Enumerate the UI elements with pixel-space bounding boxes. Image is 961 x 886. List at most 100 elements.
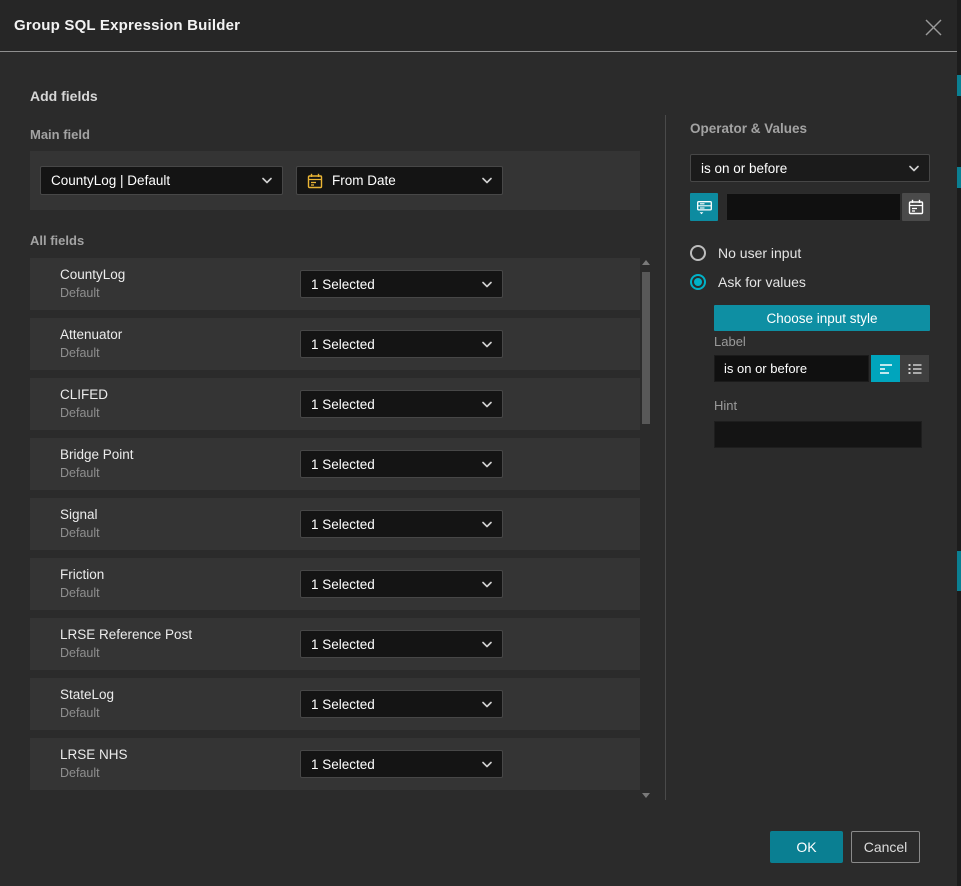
field-row: Bridge Point Default 1 Selected bbox=[30, 438, 640, 490]
chevron-down-icon bbox=[482, 461, 492, 468]
field-row: CountyLog Default 1 Selected bbox=[30, 258, 640, 310]
all-fields-label: All fields bbox=[30, 233, 84, 248]
single-line-style-icon bbox=[878, 362, 894, 376]
label-input[interactable] bbox=[714, 355, 869, 382]
edge-accent-segment bbox=[957, 551, 961, 591]
field-selection-value: 1 Selected bbox=[311, 757, 482, 772]
all-fields-list: CountyLog Default 1 Selected Attenuator … bbox=[30, 258, 640, 798]
radio-circle-checked-icon bbox=[690, 274, 706, 290]
field-sublabel: Default bbox=[60, 286, 100, 300]
field-sublabel: Default bbox=[60, 766, 100, 780]
radio-circle-icon bbox=[690, 245, 706, 261]
field-sublabel: Default bbox=[60, 586, 100, 600]
choose-input-style-button[interactable]: Choose input style bbox=[714, 305, 930, 331]
chevron-down-icon bbox=[482, 177, 492, 184]
fields-list-scrollbar[interactable] bbox=[641, 258, 651, 800]
field-sublabel: Default bbox=[60, 646, 100, 660]
field-sublabel: Default bbox=[60, 346, 100, 360]
main-field-label: Main field bbox=[30, 127, 90, 142]
scroll-up-arrow-icon[interactable] bbox=[642, 260, 650, 265]
dialog-title: Group SQL Expression Builder bbox=[14, 17, 240, 34]
field-sublabel: Default bbox=[60, 406, 100, 420]
field-selection-dropdown[interactable]: 1 Selected bbox=[300, 330, 503, 358]
close-button[interactable] bbox=[923, 17, 943, 37]
layer-select-value: CountyLog | Default bbox=[51, 173, 262, 188]
field-name: LRSE Reference Post bbox=[60, 627, 192, 642]
field-selection-dropdown[interactable]: 1 Selected bbox=[300, 450, 503, 478]
add-fields-heading: Add fields bbox=[30, 88, 98, 104]
field-name: LRSE NHS bbox=[60, 747, 128, 762]
field-selection-value: 1 Selected bbox=[311, 517, 482, 532]
field-selection-dropdown[interactable]: 1 Selected bbox=[300, 390, 503, 418]
value-date-input[interactable] bbox=[726, 193, 901, 221]
main-field-select-value: From Date bbox=[332, 173, 482, 188]
field-selection-value: 1 Selected bbox=[311, 337, 482, 352]
cancel-button[interactable]: Cancel bbox=[851, 831, 920, 863]
field-selection-dropdown[interactable]: 1 Selected bbox=[300, 270, 503, 298]
chevron-down-icon bbox=[482, 701, 492, 708]
field-sublabel: Default bbox=[60, 466, 100, 480]
background-app-edge bbox=[957, 0, 961, 886]
field-name: Bridge Point bbox=[60, 447, 134, 462]
hint-input[interactable] bbox=[714, 421, 922, 448]
scroll-down-arrow-icon[interactable] bbox=[642, 793, 650, 798]
chevron-down-icon bbox=[482, 641, 492, 648]
field-selection-dropdown[interactable]: 1 Selected bbox=[300, 570, 503, 598]
chevron-down-icon bbox=[262, 177, 272, 184]
field-row: LRSE NHS Default 1 Selected bbox=[30, 738, 640, 790]
field-sublabel: Default bbox=[60, 526, 100, 540]
field-name: CountyLog bbox=[60, 267, 125, 282]
radio-no-user-input-label: No user input bbox=[718, 245, 801, 261]
ok-button[interactable]: OK bbox=[770, 831, 843, 863]
group-sql-expression-builder-dialog: Group SQL Expression Builder Add fields … bbox=[0, 0, 961, 886]
field-name: Attenuator bbox=[60, 327, 122, 342]
calendar-icon bbox=[908, 199, 924, 215]
field-selection-value: 1 Selected bbox=[311, 457, 482, 472]
radio-no-user-input[interactable]: No user input bbox=[690, 245, 801, 261]
layer-select-dropdown[interactable]: CountyLog | Default bbox=[40, 166, 283, 195]
main-field-select-dropdown[interactable]: From Date bbox=[296, 166, 503, 195]
field-row: CLIFED Default 1 Selected bbox=[30, 378, 640, 430]
list-style-button[interactable] bbox=[900, 355, 929, 382]
input-type-icon bbox=[696, 199, 713, 216]
field-selection-dropdown[interactable]: 1 Selected bbox=[300, 630, 503, 658]
radio-ask-for-values[interactable]: Ask for values bbox=[690, 274, 806, 290]
field-row: Friction Default 1 Selected bbox=[30, 558, 640, 610]
field-name: StateLog bbox=[60, 687, 114, 702]
field-selection-dropdown[interactable]: 1 Selected bbox=[300, 510, 503, 538]
field-selection-value: 1 Selected bbox=[311, 697, 482, 712]
chevron-down-icon bbox=[482, 581, 492, 588]
date-picker-button[interactable] bbox=[902, 193, 930, 221]
list-style-icon bbox=[907, 362, 923, 376]
field-sublabel: Default bbox=[60, 706, 100, 720]
field-name: Friction bbox=[60, 567, 104, 582]
single-line-style-button[interactable] bbox=[871, 355, 900, 382]
edge-accent-segment bbox=[957, 75, 961, 96]
field-row: StateLog Default 1 Selected bbox=[30, 678, 640, 730]
chevron-down-icon bbox=[482, 761, 492, 768]
chevron-down-icon bbox=[482, 341, 492, 348]
chevron-down-icon bbox=[482, 401, 492, 408]
field-selection-dropdown[interactable]: 1 Selected bbox=[300, 690, 503, 718]
panel-divider bbox=[665, 115, 666, 800]
chevron-down-icon bbox=[482, 281, 492, 288]
field-selection-value: 1 Selected bbox=[311, 277, 482, 292]
chevron-down-icon bbox=[909, 165, 919, 172]
radio-ask-for-values-label: Ask for values bbox=[718, 274, 806, 290]
operator-values-heading: Operator & Values bbox=[690, 121, 807, 136]
hint-caption: Hint bbox=[714, 398, 737, 413]
field-selection-value: 1 Selected bbox=[311, 577, 482, 592]
field-row: LRSE Reference Post Default 1 Selected bbox=[30, 618, 640, 670]
field-selection-dropdown[interactable]: 1 Selected bbox=[300, 750, 503, 778]
dialog-header: Group SQL Expression Builder bbox=[0, 0, 957, 52]
field-row: Signal Default 1 Selected bbox=[30, 498, 640, 550]
value-type-button[interactable] bbox=[690, 193, 718, 221]
label-caption: Label bbox=[714, 334, 746, 349]
field-selection-value: 1 Selected bbox=[311, 397, 482, 412]
operator-dropdown[interactable]: is on or before bbox=[690, 154, 930, 182]
operator-value: is on or before bbox=[701, 161, 909, 176]
calendar-icon bbox=[307, 173, 323, 189]
close-icon bbox=[925, 19, 942, 36]
scrollbar-thumb[interactable] bbox=[642, 272, 650, 424]
field-name: Signal bbox=[60, 507, 98, 522]
